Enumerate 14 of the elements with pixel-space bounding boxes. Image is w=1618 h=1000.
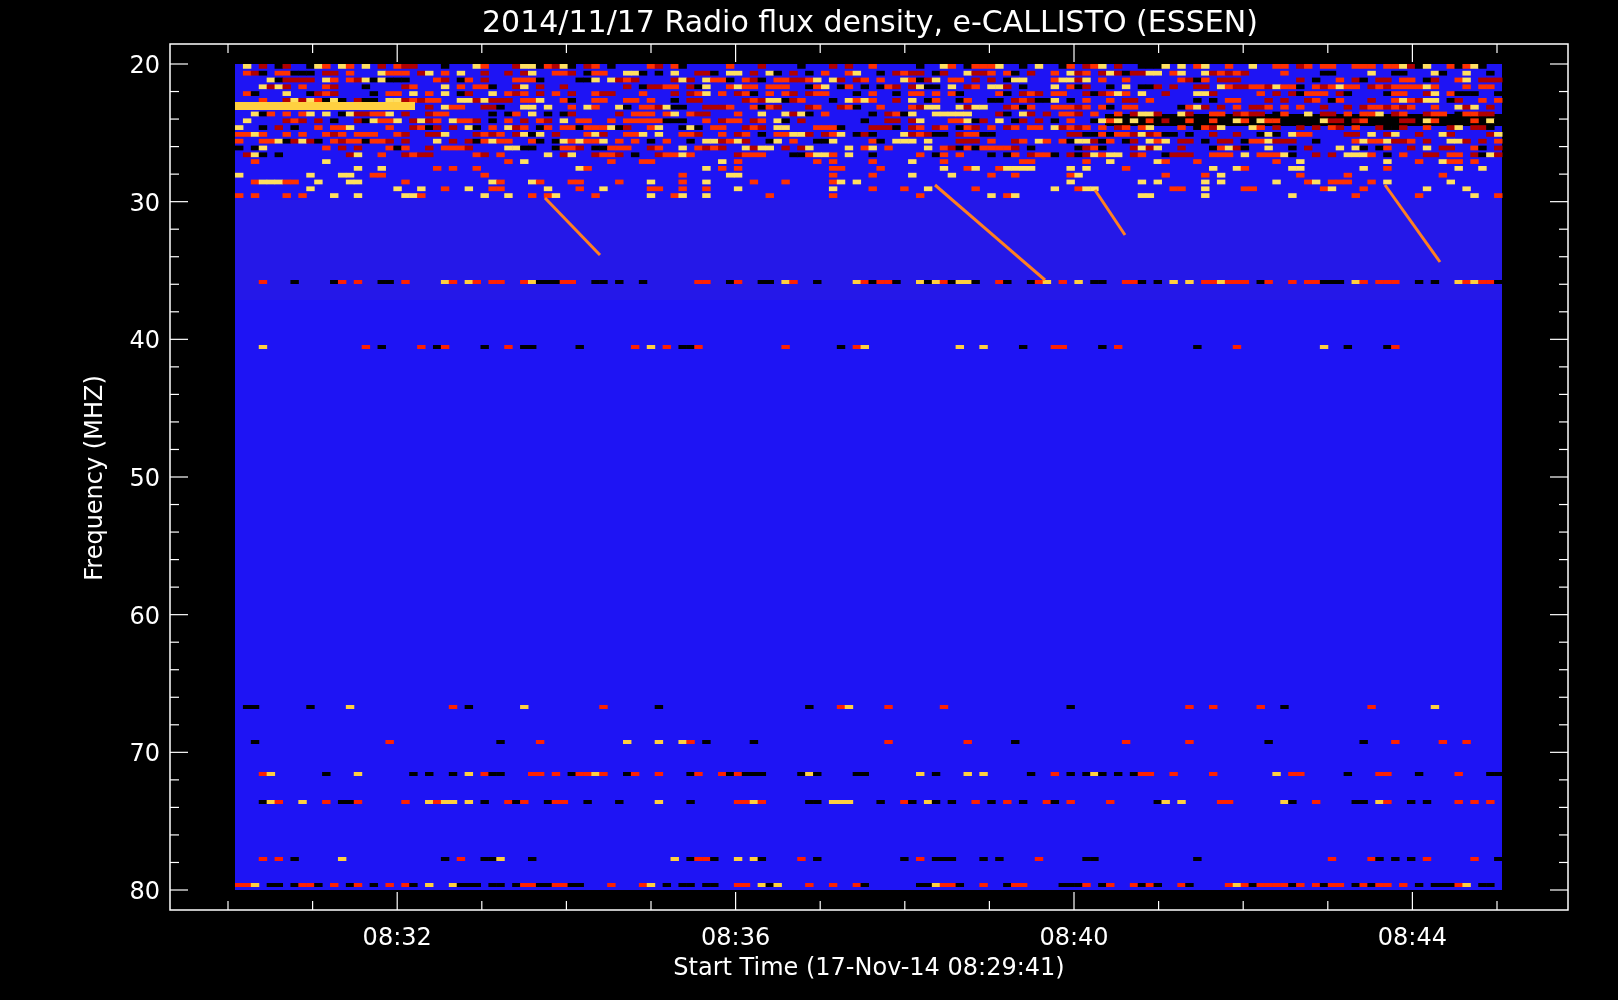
y-tick-label: 80: [129, 877, 160, 905]
y-tick-label: 40: [129, 326, 160, 355]
y-tick-label: 70: [129, 739, 160, 768]
plot-title: 2014/11/17 Radio flux density, e-CALLISTO (ESSEN): [482, 4, 1258, 39]
x-tick-label: 08:44: [1377, 923, 1447, 951]
y-tick-label: 20: [129, 51, 160, 79]
y-tick-label: 50: [129, 464, 160, 492]
y-tick-label: 30: [129, 188, 160, 217]
x-tick-label: 08:32: [362, 923, 432, 951]
x-axis-label: Start Time (17-Nov-14 08:29:41): [673, 953, 1065, 981]
x-tick-label: 08:36: [701, 923, 771, 951]
x-tick-label: 08:40: [1039, 923, 1109, 951]
y-tick-label: 60: [129, 601, 160, 630]
y-axis-label: Frequency (MHZ): [80, 375, 108, 581]
